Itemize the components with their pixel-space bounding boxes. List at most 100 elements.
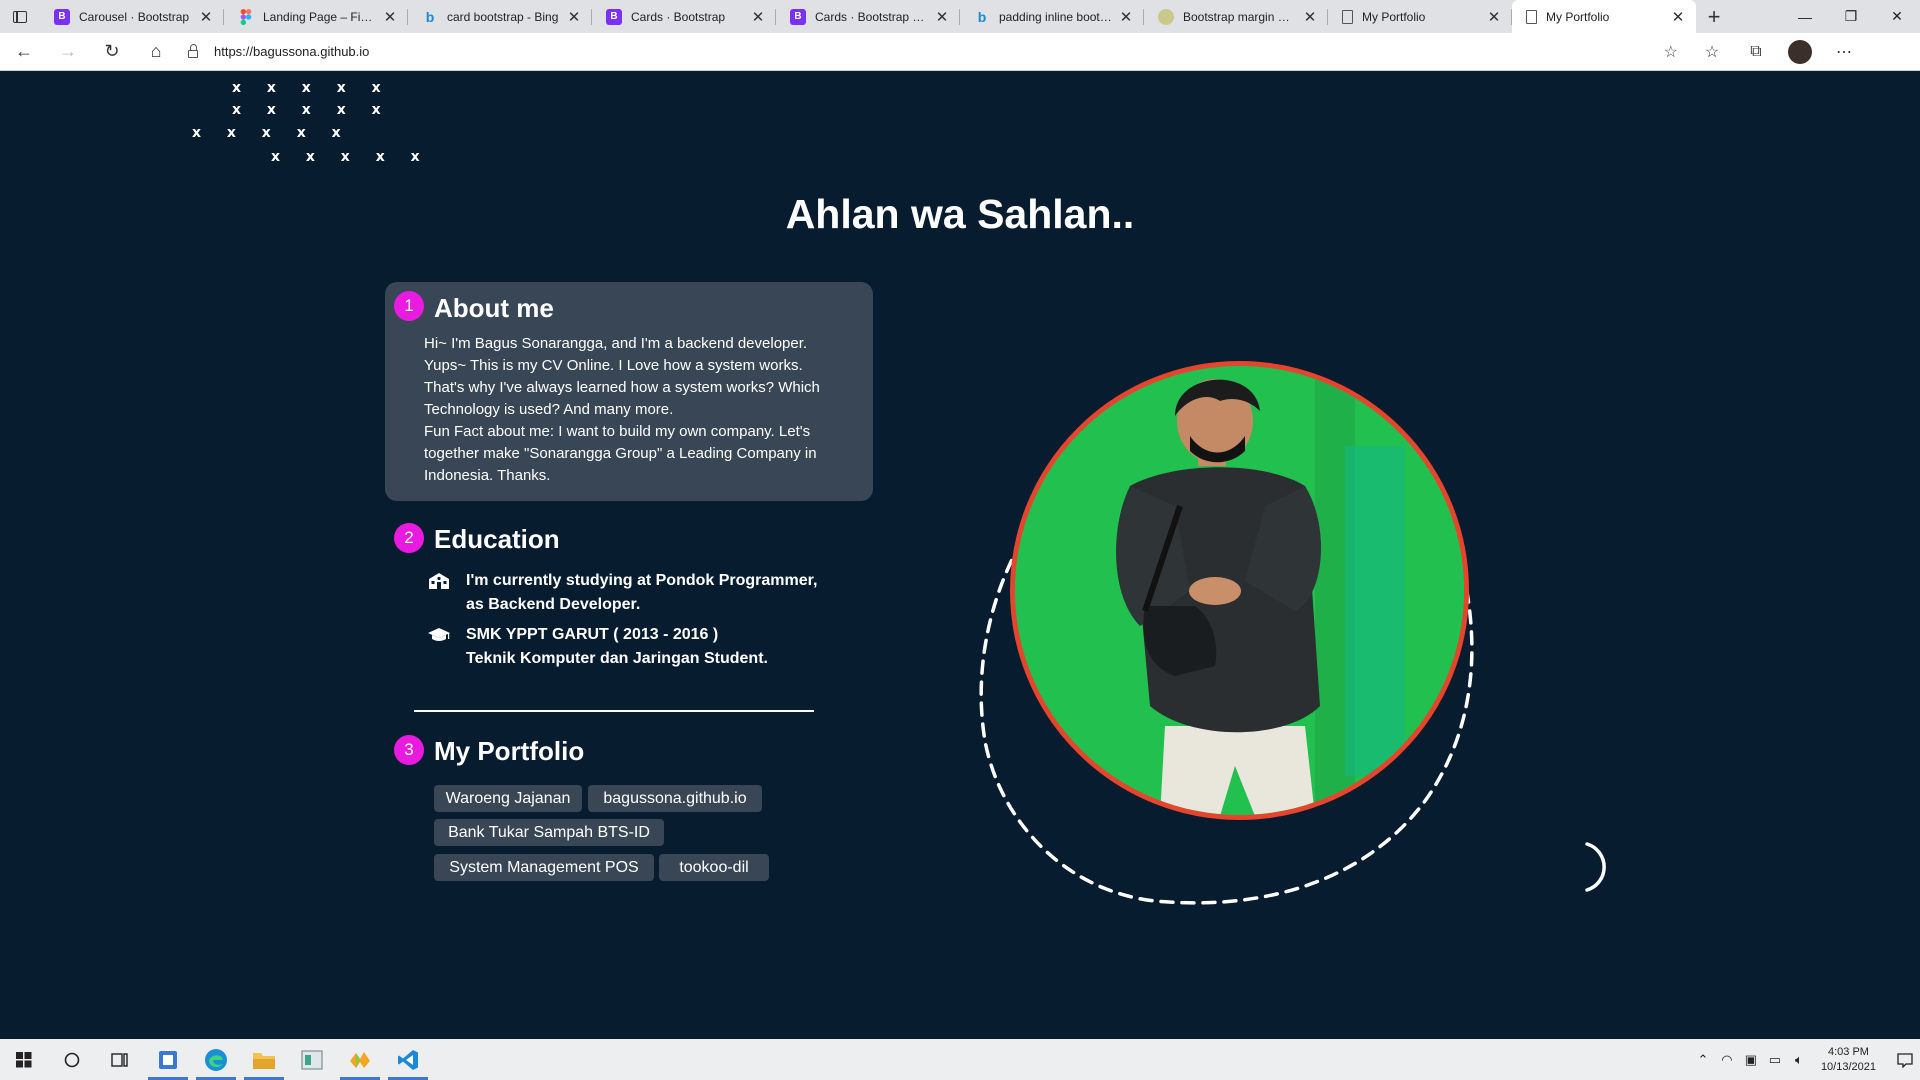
forward-arrow-icon[interactable]: → xyxy=(48,35,88,69)
browser-tab[interactable]: B Cards · Bootstrap v5.0 ✕ xyxy=(776,0,960,33)
close-window-icon[interactable]: ✕ xyxy=(1874,0,1920,33)
notification-icon[interactable] xyxy=(1890,1039,1920,1080)
portfolio-page: x x x x x x x x x x x x x x x x x x x x … xyxy=(0,71,1920,1039)
close-icon[interactable]: ✕ xyxy=(1670,8,1686,26)
system-tray: ⌃ ◠ ▣ ▭ 🔈︎ 4:03 PM 10/13/2021 xyxy=(1691,1039,1920,1080)
tab-actions-icon[interactable] xyxy=(0,0,40,33)
hero-title: Ahlan wa Sahlan.. xyxy=(785,191,1135,237)
taskbar-app-figma-icon[interactable] xyxy=(336,1039,384,1080)
section-number-badge: 2 xyxy=(394,523,424,553)
address-bar[interactable]: https://bagussona.github.io ☆ xyxy=(186,37,1686,67)
school-icon xyxy=(426,571,452,591)
browser-tab[interactable]: Bootstrap margin and ✕ xyxy=(1144,0,1328,33)
file-explorer-icon[interactable] xyxy=(240,1039,288,1080)
about-line: That's why I've always learned how a sys… xyxy=(424,379,820,396)
url-text[interactable]: https://bagussona.github.io xyxy=(214,44,369,59)
lock-icon[interactable] xyxy=(186,43,200,58)
profile-photo xyxy=(1010,361,1469,820)
close-icon[interactable]: ✕ xyxy=(198,8,214,26)
decor-x-row: x x x x x xyxy=(192,125,352,141)
minimize-icon[interactable]: — xyxy=(1782,0,1828,33)
add-favorite-icon[interactable]: ☆ xyxy=(1664,42,1678,62)
education-line: I'm currently studying at Pondok Program… xyxy=(466,572,818,589)
task-view-icon[interactable] xyxy=(96,1039,144,1080)
page-icon xyxy=(1526,9,1537,24)
more-options-icon[interactable]: ⋯ xyxy=(1822,35,1866,69)
restore-icon[interactable]: ❐ xyxy=(1828,0,1874,33)
close-icon[interactable]: ✕ xyxy=(1486,8,1502,26)
avatar xyxy=(1788,39,1812,64)
browser-tab[interactable]: B Cards · Bootstrap ✕ xyxy=(592,0,776,33)
portfolio-chip[interactable]: Waroeng Jajanan xyxy=(434,785,582,812)
decor-x-row: x x x x x xyxy=(271,149,431,165)
device-icon[interactable]: ▣ xyxy=(1739,1052,1763,1068)
taskbar-app-window-icon[interactable] xyxy=(288,1039,336,1080)
page-icon xyxy=(1342,9,1353,24)
browser-tab[interactable]: Landing Page – Figma ✕ xyxy=(224,0,408,33)
bootstrap-icon: B xyxy=(606,8,622,25)
tab-title: padding inline bootstrap xyxy=(999,9,1112,24)
wifi-icon[interactable]: ◠ xyxy=(1715,1052,1739,1068)
tab-title: Carousel · Bootstrap xyxy=(79,9,190,24)
bootstrap-icon: B xyxy=(790,8,806,25)
section-divider xyxy=(414,710,814,712)
close-icon[interactable]: ✕ xyxy=(934,8,950,26)
education-line: Teknik Komputer dan Jaringan Student. xyxy=(466,650,768,667)
collections-icon[interactable]: ⧉ xyxy=(1734,35,1778,69)
tab-title: My Portfolio xyxy=(1362,9,1426,24)
close-icon[interactable]: ✕ xyxy=(566,8,582,26)
bootstrap-icon: B xyxy=(54,8,70,25)
portfolio-chip[interactable]: System Management POS xyxy=(434,854,654,881)
edge-browser-icon[interactable] xyxy=(192,1039,240,1080)
back-arrow-icon[interactable]: ← xyxy=(4,35,44,69)
close-icon[interactable]: ✕ xyxy=(382,8,398,26)
profile-avatar[interactable] xyxy=(1778,35,1822,69)
window-controls: — ❐ ✕ xyxy=(1782,0,1920,33)
close-icon[interactable]: ✕ xyxy=(750,8,766,26)
volume-icon[interactable]: 🔈︎ xyxy=(1787,1052,1811,1068)
browser-tab[interactable]: b padding inline bootstrap ✕ xyxy=(960,0,1144,33)
education-item: I'm currently studying at Pondok Program… xyxy=(426,569,817,617)
about-line: Indonesia. Thanks. xyxy=(424,467,551,484)
portfolio-title: My Portfolio xyxy=(434,736,585,766)
close-icon[interactable]: ✕ xyxy=(1302,8,1318,26)
windows-taskbar: ⌃ ◠ ▣ ▭ 🔈︎ 4:03 PM 10/13/2021 xyxy=(0,1039,1920,1080)
tab-strip: B Carousel · Bootstrap ✕ Landing Page – … xyxy=(40,0,1696,33)
browser-toolbar: ← → ↻ ⌂ https://bagussona.github.io ☆ ☆ … xyxy=(0,33,1920,71)
portfolio-chip[interactable]: bagussona.github.io xyxy=(588,785,762,812)
figma-icon xyxy=(238,8,254,25)
browser-tab[interactable]: My Portfolio ✕ xyxy=(1328,0,1512,33)
search-circle-icon[interactable] xyxy=(48,1039,96,1080)
education-line: SMK YPPT GARUT ( 2013 - 2016 ) xyxy=(466,626,719,643)
loading-spinner-icon xyxy=(1585,842,1606,892)
browser-tab[interactable]: B Carousel · Bootstrap ✕ xyxy=(40,0,224,33)
tab-title: Cards · Bootstrap xyxy=(631,9,726,24)
browser-tab-active[interactable]: My Portfolio ✕ xyxy=(1512,0,1696,33)
about-line: Yups~ This is my CV Online. I Love how a… xyxy=(424,357,803,374)
education-item: SMK YPPT GARUT ( 2013 - 2016 ) Teknik Ko… xyxy=(426,623,768,671)
tab-title: card bootstrap - Bing xyxy=(447,9,559,24)
refresh-icon[interactable]: ↻ xyxy=(92,35,132,69)
education-line: as Backend Developer. xyxy=(466,596,641,613)
clock[interactable]: 4:03 PM 10/13/2021 xyxy=(1821,1045,1876,1075)
section-number-badge: 3 xyxy=(394,735,424,765)
taskbar-app-notes-icon[interactable] xyxy=(144,1039,192,1080)
windows-start-icon[interactable] xyxy=(0,1039,48,1080)
battery-icon[interactable]: ▭ xyxy=(1763,1052,1787,1068)
tab-title: Bootstrap margin and xyxy=(1183,9,1296,24)
favorites-icon[interactable]: ☆ xyxy=(1690,35,1734,69)
about-text: Hi~ I'm Bagus Sonarangga, and I'm a back… xyxy=(424,333,849,487)
vscode-icon[interactable] xyxy=(384,1039,432,1080)
browser-tab[interactable]: b card bootstrap - Bing ✕ xyxy=(408,0,592,33)
toolbar-actions: ☆ ⧉ ⋯ xyxy=(1690,35,1866,69)
section-number-badge: 1 xyxy=(394,291,424,321)
home-icon[interactable]: ⌂ xyxy=(136,35,176,69)
close-icon[interactable]: ✕ xyxy=(1118,8,1134,26)
portfolio-chip[interactable]: tookoo-dil xyxy=(659,854,769,881)
tab-title: Cards · Bootstrap v5.0 xyxy=(815,9,928,24)
browser-tab-bar: B Carousel · Bootstrap ✕ Landing Page – … xyxy=(0,0,1920,33)
chevron-up-icon[interactable]: ⌃ xyxy=(1691,1052,1715,1068)
education-title: Education xyxy=(434,524,560,554)
portfolio-chip[interactable]: Bank Tukar Sampah BTS-ID xyxy=(434,819,664,846)
new-tab-button[interactable]: + xyxy=(1696,0,1732,33)
